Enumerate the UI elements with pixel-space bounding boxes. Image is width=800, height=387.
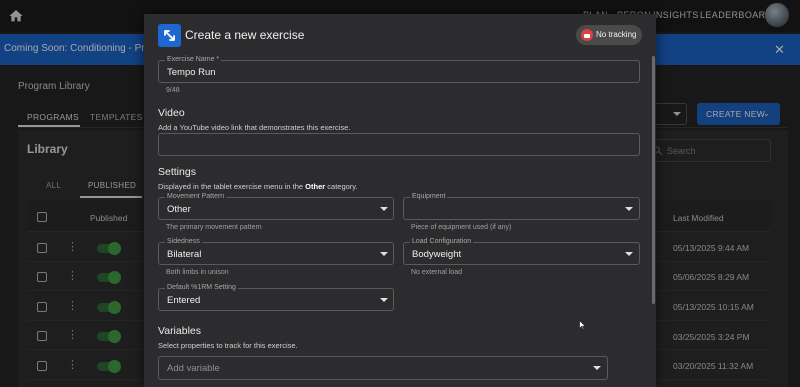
movement-pattern-value: Other [167,204,191,215]
settings-description: Displayed in the tablet exercise menu in… [158,182,358,191]
movement-pattern-label: Movement Pattern [165,193,227,201]
exercise-name-field[interactable]: Exercise Name * Tempo Run [158,56,640,83]
no-tracking-label: No tracking [596,30,637,39]
sidedness-select[interactable]: Sidedness Bilateral [158,238,394,265]
no-tracking-chip[interactable]: No tracking [576,25,642,45]
default-1rm-label: Default %1RM Setting [165,284,238,292]
equipment-helper: Piece of equipment used (if any) [411,224,512,231]
default-1rm-value: Entered [167,295,201,306]
exercise-name-label: Exercise Name * [165,56,222,64]
load-configuration-value: Bodyweight [412,249,462,260]
exercise-name-value: Tempo Run [167,67,216,78]
default-1rm-select[interactable]: Default %1RM Setting Entered [158,284,394,311]
chevron-down-icon [625,252,633,256]
settings-desc-prefix: Displayed in the tablet exercise menu in… [158,182,306,191]
settings-desc-suffix: category. [325,182,358,191]
no-tracking-icon [581,29,593,41]
variables-heading: Variables [158,325,201,337]
equipment-label: Equipment [410,193,448,201]
movement-pattern-select[interactable]: Movement Pattern Other [158,193,394,220]
variables-description: Select properties to track for this exer… [158,341,298,350]
chevron-down-icon [380,252,388,256]
video-heading: Video [158,107,185,119]
sidedness-value: Bilateral [167,249,202,260]
video-link-input[interactable] [158,133,640,156]
load-configuration-helper: No external load [411,269,462,276]
settings-category: Other [305,182,326,191]
settings-heading: Settings [158,166,196,178]
mouse-pointer-icon [579,320,586,330]
modal-title: Create a new exercise [185,28,305,42]
load-configuration-label: Load Configuration [410,238,474,246]
create-exercise-modal: Create a new exercise No tracking Exerci… [144,14,656,387]
video-description: Add a YouTube video link that demonstrat… [158,123,351,132]
add-variable-select[interactable]: Add variable [158,356,608,380]
character-counter: 9/48 [166,87,180,94]
chevron-down-icon [380,298,388,302]
add-variable-placeholder: Add variable [167,363,220,374]
chevron-down-icon [380,207,388,211]
movement-pattern-helper: The primary movement pattern [166,224,262,231]
chevron-down-icon [625,207,633,211]
sidedness-helper: Both limbs in unison [166,269,229,276]
expand-arrows-icon [158,24,181,47]
app-page: { "topbar": { "nav": ["PLAN", "PERON", "… [0,0,800,387]
equipment-select[interactable]: Equipment [403,193,640,220]
modal-scrollbar[interactable] [652,56,655,304]
load-configuration-select[interactable]: Load Configuration Bodyweight [403,238,640,265]
sidedness-label: Sidedness [165,238,202,246]
chevron-down-icon [593,366,601,370]
